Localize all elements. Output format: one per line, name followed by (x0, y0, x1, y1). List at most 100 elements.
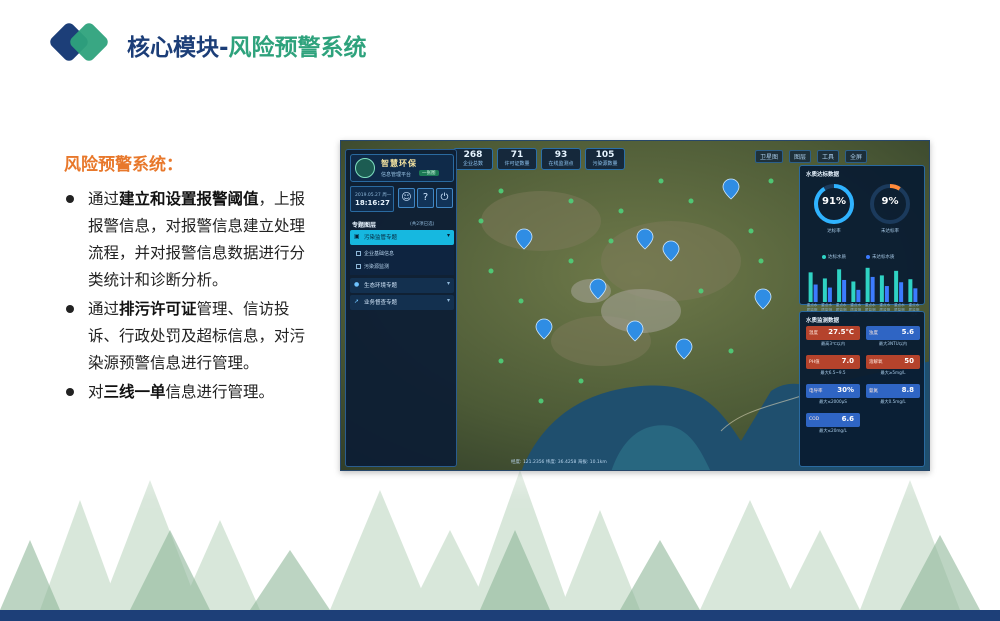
chevron-down-icon: ▾ (446, 297, 450, 304)
map-pin-icon (662, 240, 680, 262)
bar-compliant (837, 269, 842, 302)
map-pin-icon (535, 318, 553, 340)
menu-item-ecology[interactable]: ● 生态环境专题 ▾ (350, 278, 454, 293)
reading-standard: 最高3℃以内 (820, 341, 846, 346)
water-monitor-panel: 水质监测数据 温度 27.5℃ 最高3℃以内 浊度 5.6 最大3NTU以内 PH值 7.0 最… (799, 311, 925, 467)
reading-standard: 最大≤20mg/L (819, 428, 847, 433)
bar-compliant (879, 275, 884, 302)
water-quality-panel: 水质达标数据 91% 达标率 9% 未达标率 达标水质 未达标水质 重点水质监测… (799, 165, 925, 316)
gauge-label: 达标率 (827, 229, 841, 234)
feature-list: 通过建立和设置报警阈值，上报报警信息，对报警信息建立处理流程，并对报警信息数据进… (60, 186, 310, 408)
submenu: 企业基础信息 污染源监测 (350, 245, 454, 275)
map-pin-icon (515, 228, 533, 250)
reading-chip[interactable]: 温度 27.5℃ (806, 326, 860, 340)
map-pin-icon (636, 228, 654, 250)
layers-note: (共2项已选) (410, 222, 435, 227)
bar-noncompliant (856, 289, 861, 302)
map-pin-icon (722, 178, 740, 200)
legend-item: 达标水质 (822, 254, 846, 260)
emblem-icon (355, 158, 375, 178)
reading-standard: 最大3NTU以内 (878, 341, 908, 346)
noncompliance-gauge: 9% 未达标率 (868, 182, 912, 234)
brand-header: 智慧环保 信息管理平台 一张图 (350, 154, 454, 182)
reading-label: 电导率 (809, 389, 823, 394)
checkbox[interactable] (356, 264, 361, 269)
bar-compliant (865, 267, 870, 302)
reading-value: 27.5℃ (828, 328, 854, 336)
reading-chip[interactable]: 氨氮 8.8 (866, 384, 920, 398)
footer-bar (0, 610, 1000, 621)
date-text: 2019.05.27 周一 (355, 193, 392, 198)
help-icon[interactable]: ? (417, 188, 434, 208)
reading-label: 温度 (809, 331, 818, 336)
gauge-value: 9% (881, 196, 899, 207)
bar-compliant (851, 281, 856, 302)
reading-label: 浊度 (869, 331, 878, 336)
section-heading: 风险预警系统： (64, 155, 183, 175)
user-group-icon: ● (354, 281, 360, 288)
mode-chip[interactable]: 一张图 (419, 170, 439, 176)
chevron-down-icon: ▾ (446, 232, 450, 239)
bar-noncompliant (899, 282, 904, 302)
reading-label: 溶解氧 (869, 360, 883, 365)
map-pin-icon (754, 288, 772, 310)
brand-logo-icon (44, 22, 114, 68)
brand-name: 智慧环保 (381, 159, 417, 168)
list-item: 通过排污许可证管理、信访投诉、行政处罚及超标信息，对污染源预警信息进行管理。 (60, 296, 310, 377)
map-coordinates: 经度: 121.2356 纬度: 36.4258 海拔: 10.1km (511, 460, 607, 465)
reading-chip[interactable]: COD 6.6 (806, 413, 860, 427)
reading-standard: 最大0.5mg/L (880, 399, 906, 404)
reading-chip[interactable]: 溶解氧 50 (866, 355, 920, 369)
left-panel: 智慧环保 信息管理平台 一张图 2019.05.27 周一 18:16:27 ☺… (345, 149, 457, 467)
chevron-down-icon: ▾ (446, 280, 450, 287)
power-icon[interactable]: ⏻ (436, 188, 453, 208)
reading-standard: 最大≤2000μS (819, 399, 847, 404)
bar-noncompliant (827, 287, 832, 302)
layers-icon: ▣ (354, 233, 360, 240)
layers-heading: 专题图层 (352, 222, 377, 229)
reading-label: COD (809, 417, 820, 422)
menu-label: 业务督查专题 (364, 300, 398, 306)
submenu-item[interactable]: 企业基础信息 (364, 250, 394, 257)
user-icon[interactable]: ☺ (398, 188, 415, 208)
time-text: 18:16:27 (355, 199, 390, 207)
menu-item-pollution[interactable]: ▣ 污染监管专题 ▾ (350, 230, 454, 245)
reading-value: 30% (837, 386, 854, 394)
reading-value: 5.6 (901, 328, 914, 336)
panel-heading: 水质监测数据 (806, 318, 840, 324)
bar-compliant (822, 278, 827, 302)
bar-noncompliant (884, 286, 889, 302)
reading-value: 8.8 (901, 386, 914, 394)
compliance-gauge: 91% 达标率 (812, 182, 856, 234)
bar-noncompliant (842, 279, 847, 302)
datetime-box: 2019.05.27 周一 18:16:27 (350, 186, 394, 212)
page-title: 核心模块-风险预警系统 (127, 35, 367, 61)
reading-chip[interactable]: 电导率 30% (806, 384, 860, 398)
menu-item-supervision[interactable]: ➚ 业务督查专题 ▾ (350, 295, 454, 310)
submenu-item[interactable]: 污染源监测 (364, 263, 389, 270)
bar-compliant (894, 270, 899, 302)
reading-label: 氨氮 (869, 389, 878, 394)
menu-label: 生态环境专题 (364, 283, 398, 289)
reading-standard: 最大6.5~9.5 (820, 370, 846, 375)
gauge-value: 91% (822, 196, 846, 207)
reading-value: 7.0 (841, 357, 854, 365)
panel-heading: 水质达标数据 (806, 172, 840, 178)
map-pin-icon (589, 278, 607, 300)
reading-chip[interactable]: 浊度 5.6 (866, 326, 920, 340)
bar-noncompliant (870, 276, 875, 302)
list-item: 通过建立和设置报警阈值，上报报警信息，对报警信息建立处理流程，并对报警信息数据进… (60, 186, 310, 294)
legend-item: 未达标水质 (866, 254, 895, 260)
bar-compliant (808, 272, 813, 302)
checkbox[interactable] (356, 251, 361, 256)
gauge-label: 未达标率 (881, 229, 899, 234)
bar-noncompliant (913, 288, 918, 302)
reading-standard: 最大≥5mg/L (880, 370, 906, 375)
water-quality-bar-chart (808, 267, 918, 302)
brand-subtitle: 信息管理平台 (381, 172, 412, 178)
bar-compliant (908, 279, 913, 302)
reading-value: 6.6 (841, 415, 854, 423)
reading-chip[interactable]: PH值 7.0 (806, 355, 860, 369)
bar-noncompliant (813, 284, 818, 302)
map-pin-icon (626, 320, 644, 342)
